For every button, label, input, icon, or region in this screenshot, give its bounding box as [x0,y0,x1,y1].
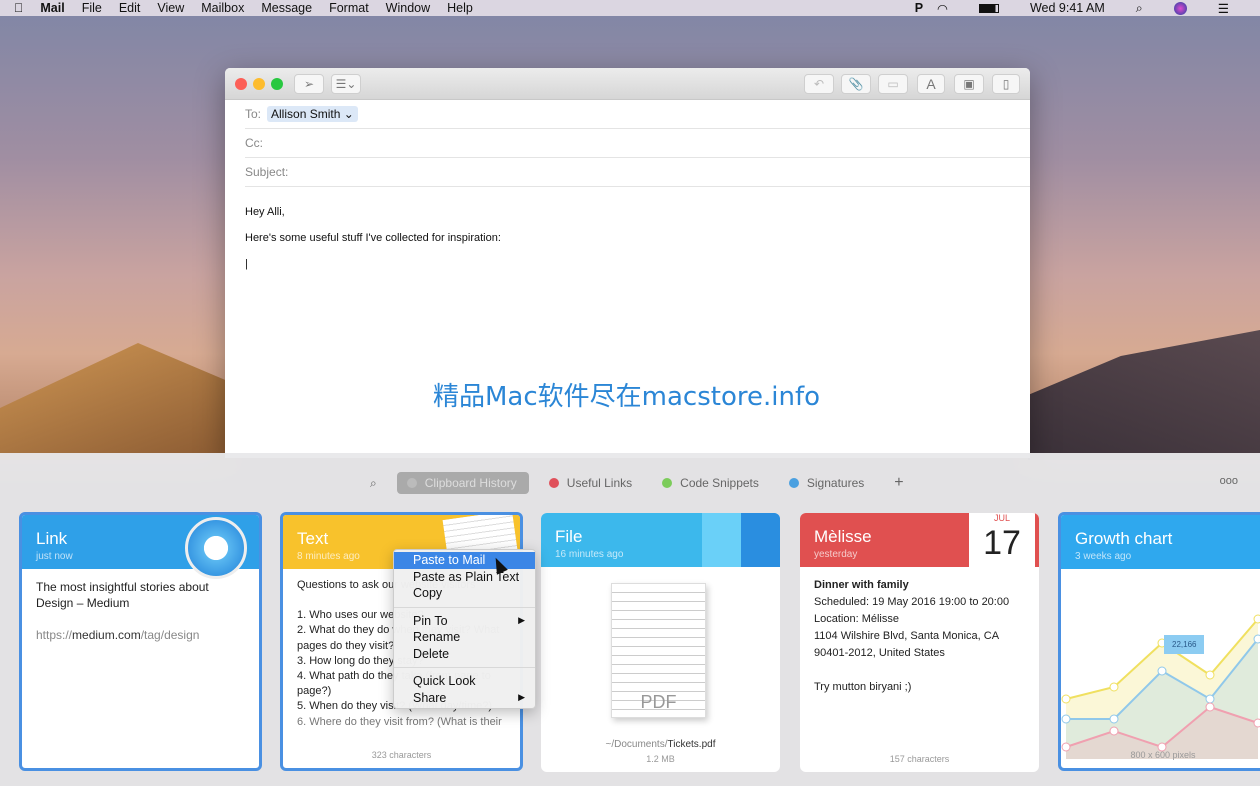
link-url: https://medium.com/tag/design [36,628,200,642]
tab-clipboard-history[interactable]: Clipboard History [396,472,529,494]
data-point [1205,670,1215,680]
menu-item-copy[interactable]: Copy [394,585,535,602]
more-button[interactable]: ooo [1220,475,1238,487]
send-icon[interactable]: ➢ [294,74,324,94]
pdf-file-icon: PDF [611,583,706,718]
chart-tooltip: 22,166 [1164,635,1205,654]
clip-card-file[interactable]: File 16 minutes ago PDF ~/Documents/Ticke… [541,513,780,772]
menu-edit[interactable]: Edit [119,1,141,15]
menu-item-share[interactable]: Share ▶ [394,690,535,707]
data-point [1253,614,1260,624]
battery-icon[interactable] [978,3,999,13]
tab-useful-links[interactable]: Useful Links [548,476,632,490]
menu-item-paste-to-mail[interactable]: Paste to Mail [394,552,535,569]
data-point [1253,634,1260,644]
menu-bar:  Mail File Edit View Mailbox Message Fo… [0,0,1260,16]
submenu-arrow-icon: ▶ [518,615,525,626]
close-button[interactable] [235,78,247,90]
data-point [1061,694,1071,704]
data-point [1109,682,1119,692]
safari-icon [185,517,247,579]
clip-card-event[interactable]: Mèlisse yesterday JUL 17 Dinner with famil… [800,513,1039,772]
clip-card-link[interactable]: Link just now The most insightful stories… [19,512,262,771]
toolbar: ➢ ☰⌄ ↶ 📎 ▭ A ▣ ▯ [225,68,1030,100]
menu-message[interactable]: Message [261,1,312,15]
stationery-icon[interactable]: ▯ [992,74,1020,94]
apple-icon[interactable]:  [14,1,23,15]
data-point [1253,718,1260,728]
calendar-icon: JUL 17 [969,513,1035,567]
notification-center-icon[interactable]: ☰ [1218,1,1229,16]
menu-help[interactable]: Help [447,1,473,15]
data-point [1109,726,1119,736]
photo-browser-icon[interactable]: ▣ [954,74,984,94]
growth-chart-image [1061,614,1260,759]
menu-separator [394,667,535,668]
menu-view[interactable]: View [157,1,184,15]
wallpaper-dune [0,343,230,460]
menu-format[interactable]: Format [329,1,369,15]
zoom-button[interactable] [271,78,283,90]
data-point [1157,666,1167,676]
minimize-button[interactable] [253,78,265,90]
menu-mail[interactable]: Mail [40,1,64,15]
data-point [1061,714,1071,724]
submenu-arrow-icon: ▶ [518,692,525,703]
attach-icon[interactable]: 📎 [841,74,871,94]
data-point [1205,694,1215,704]
context-menu: Paste to Mail Paste as Plain Text Copy P… [393,549,536,709]
menu-item-pin-to[interactable]: Pin To ▶ [394,613,535,630]
menu-file[interactable]: File [82,1,102,15]
paste-app-icon[interactable]: P [915,1,923,15]
cc-field[interactable]: Cc: [245,129,1030,158]
recipient-token[interactable]: Allison Smith ⌄ [267,106,358,122]
message-body[interactable]: Hey Alli, Here's some useful stuff I've … [225,187,1030,289]
to-field[interactable]: To: Allison Smith ⌄ [245,100,1030,129]
tab-signatures[interactable]: Signatures [788,476,864,490]
clipboard-panel: ⌕ Clipboard History Useful Links Code Sn… [0,453,1260,786]
menu-item-delete[interactable]: Delete [394,646,535,663]
data-point [1109,714,1119,724]
menu-item-paste-plain-text[interactable]: Paste as Plain Text [394,569,535,586]
clock[interactable]: Wed 9:41 AM [1030,1,1105,15]
wifi-icon[interactable]: ◠ [937,1,948,16]
reply-icon[interactable]: ↶ [804,74,834,94]
wallpaper-mountain [1028,330,1260,460]
menu-item-rename[interactable]: Rename [394,629,535,646]
menu-separator [394,606,535,608]
text-cursor: | [245,258,248,270]
add-pinboard-button[interactable]: + [894,474,903,492]
search-icon[interactable]: ⌕ [370,476,377,491]
subject-field[interactable]: Subject: [245,158,1030,187]
search-icon[interactable]: ⌕ [1136,1,1143,16]
siri-icon[interactable] [1173,1,1187,15]
menu-mailbox[interactable]: Mailbox [201,1,244,15]
watermark: 精品Mac软件尽在macstore.info [433,382,821,412]
header-fields-icon[interactable]: ☰⌄ [331,74,361,94]
menu-item-quick-look[interactable]: Quick Look [394,673,535,690]
clip-card-image[interactable]: Growth chart 3 weeks ago 22,166 800 x 600… [1058,512,1260,771]
markup-icon[interactable]: ▭ [878,74,908,94]
format-icon[interactable]: A [917,74,945,94]
data-point [1205,702,1215,712]
finder-icon [702,513,780,567]
menu-window[interactable]: Window [386,1,430,15]
tab-code-snippets[interactable]: Code Snippets [662,476,759,490]
